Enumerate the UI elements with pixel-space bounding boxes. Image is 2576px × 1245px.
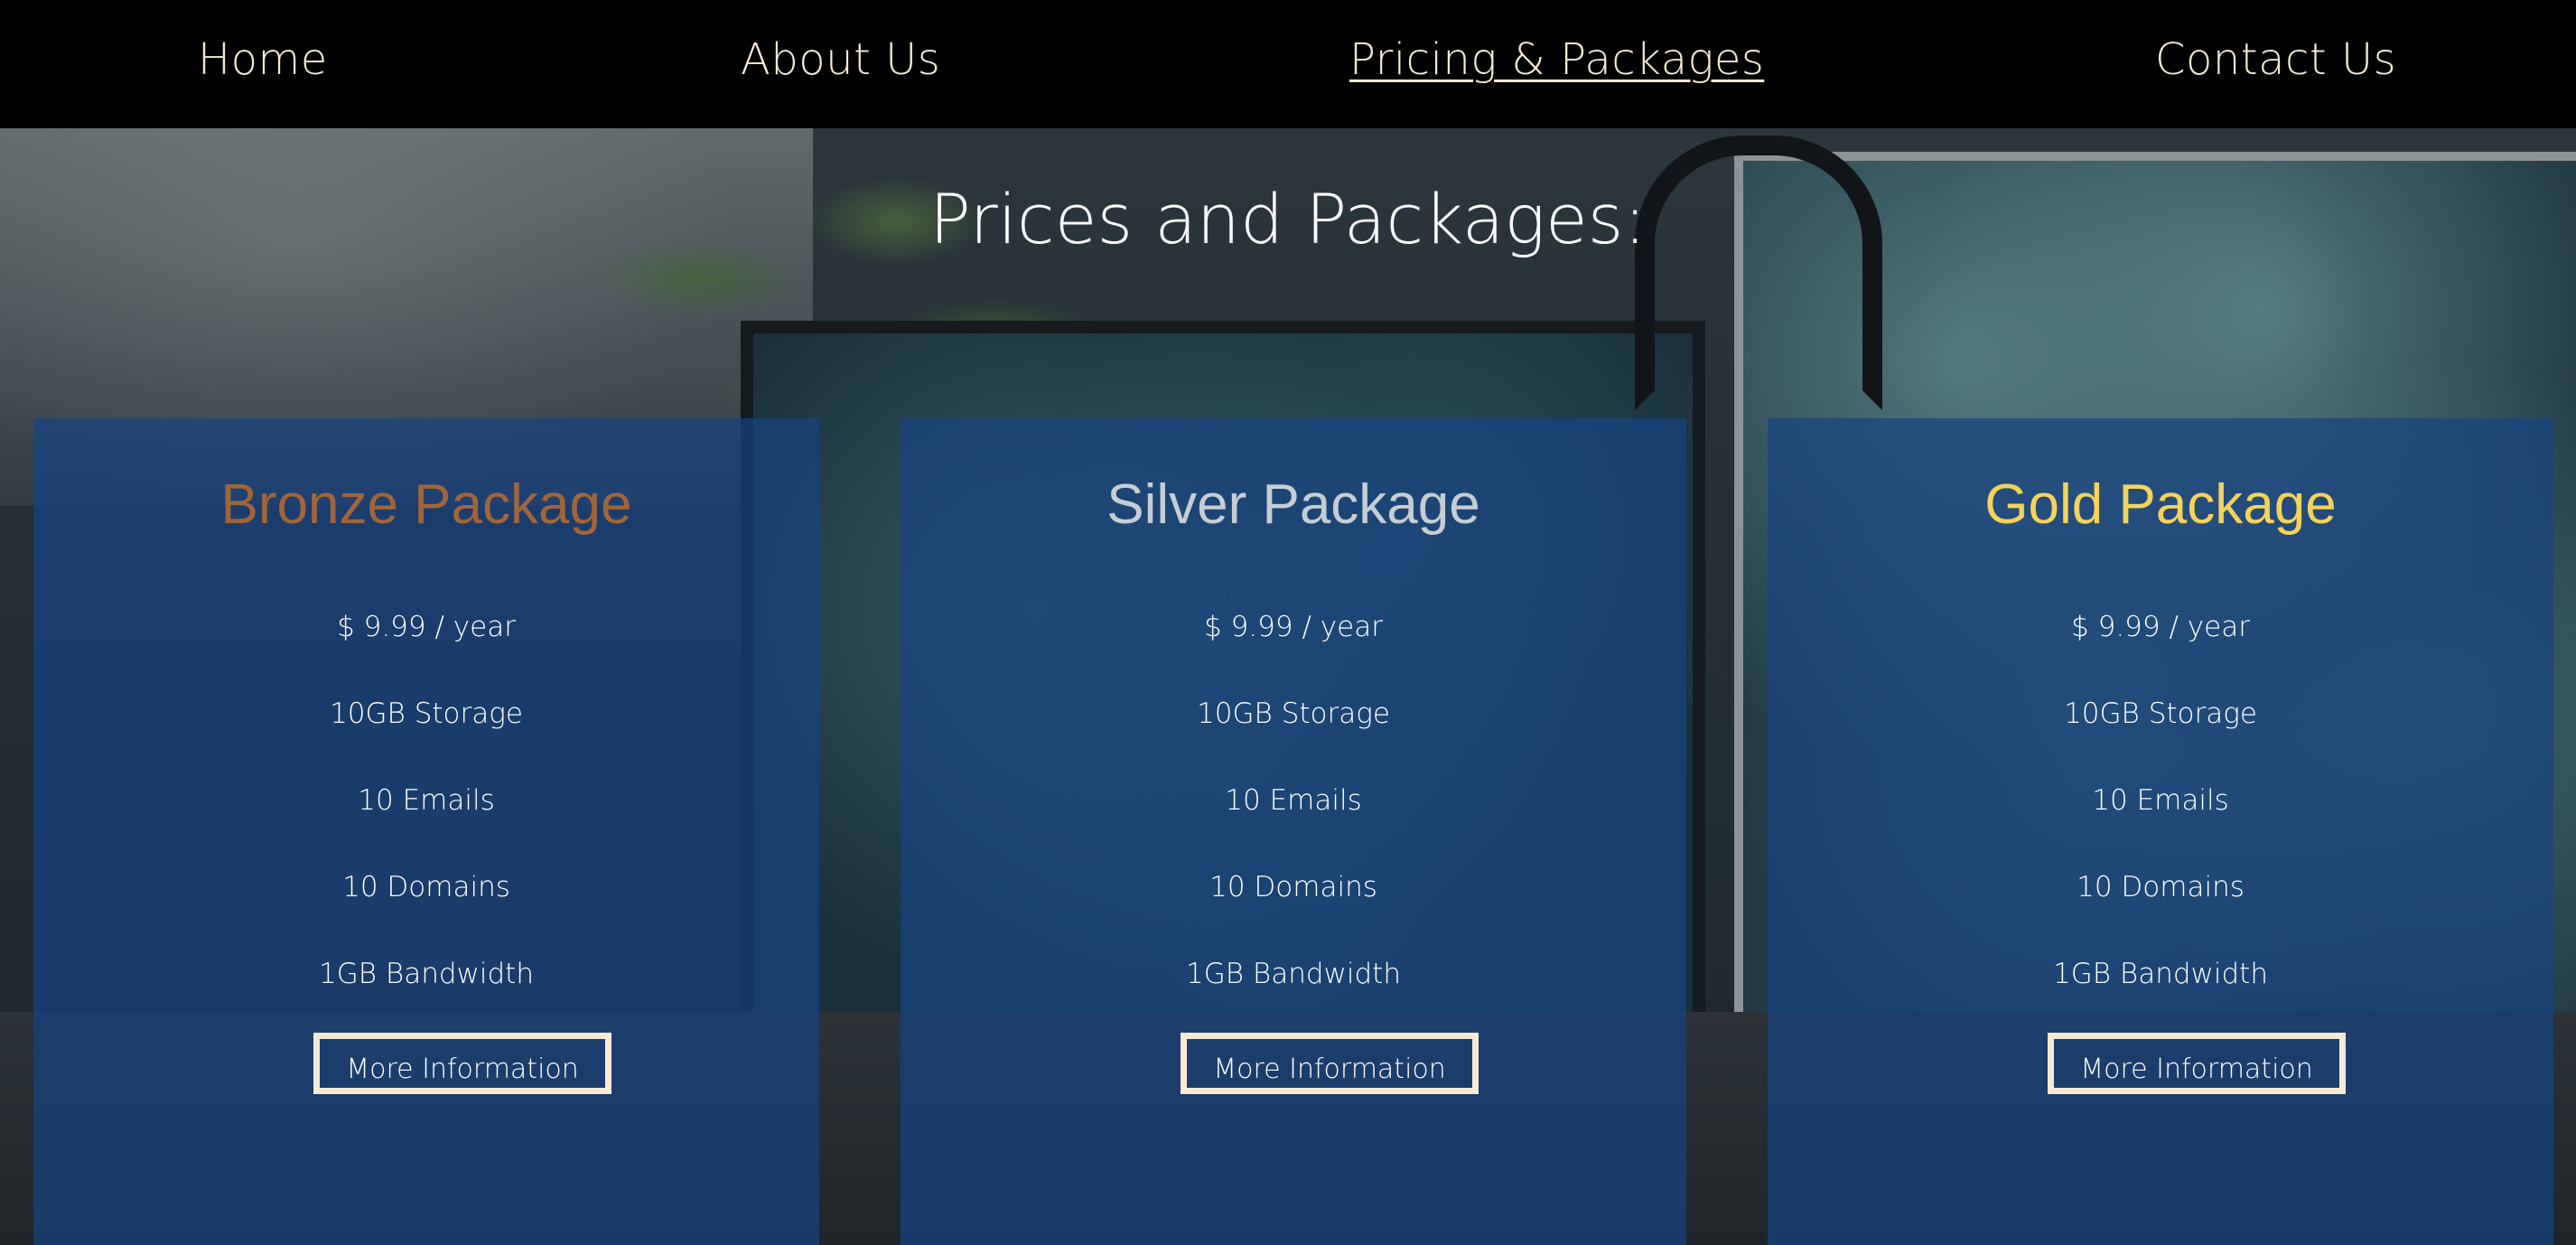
- package-card-gold: Gold Package $ 9.99 / year 10GB Storage …: [1768, 418, 2553, 1245]
- page-title: Prices and Packages:: [929, 179, 1647, 259]
- package-bandwidth: 1GB Bandwidth: [2053, 958, 2268, 990]
- package-title-bronze: Bronze Package: [220, 473, 632, 536]
- nav-link-about-us[interactable]: About Us: [741, 34, 940, 85]
- nav-link-home[interactable]: Home: [198, 34, 328, 85]
- package-storage: 10GB Storage: [1197, 697, 1390, 730]
- package-emails: 10 Emails: [2092, 784, 2229, 817]
- package-title-gold: Gold Package: [1984, 473, 2337, 536]
- package-price: $ 9.99 / year: [337, 611, 516, 643]
- package-emails: 10 Emails: [1225, 784, 1362, 817]
- nav-link-contact-us[interactable]: Contact Us: [2155, 34, 2396, 85]
- package-card-silver: Silver Package $ 9.99 / year 10GB Storag…: [901, 418, 1686, 1245]
- package-storage: 10GB Storage: [2064, 697, 2257, 730]
- package-bandwidth: 1GB Bandwidth: [319, 958, 534, 990]
- package-title-silver: Silver Package: [1106, 473, 1480, 536]
- package-storage: 10GB Storage: [330, 697, 523, 730]
- package-domains: 10 Domains: [1209, 871, 1377, 903]
- package-bandwidth: 1GB Bandwidth: [1186, 958, 1401, 990]
- package-card-bronze: Bronze Package $ 9.99 / year 10GB Storag…: [33, 418, 819, 1245]
- package-price: $ 9.99 / year: [1204, 611, 1383, 643]
- package-price: $ 9.99 / year: [2071, 611, 2250, 643]
- more-information-button-bronze[interactable]: More Information: [313, 1033, 611, 1094]
- nav-link-pricing-packages[interactable]: Pricing & Packages: [1349, 34, 1764, 85]
- package-domains: 10 Domains: [2077, 871, 2245, 903]
- more-information-button-silver[interactable]: More Information: [1181, 1033, 1479, 1094]
- package-emails: 10 Emails: [358, 784, 495, 817]
- more-information-button-gold[interactable]: More Information: [2048, 1033, 2346, 1094]
- package-domains: 10 Domains: [342, 871, 510, 903]
- top-nav: Home About Us Pricing & Packages Contact…: [0, 0, 2576, 128]
